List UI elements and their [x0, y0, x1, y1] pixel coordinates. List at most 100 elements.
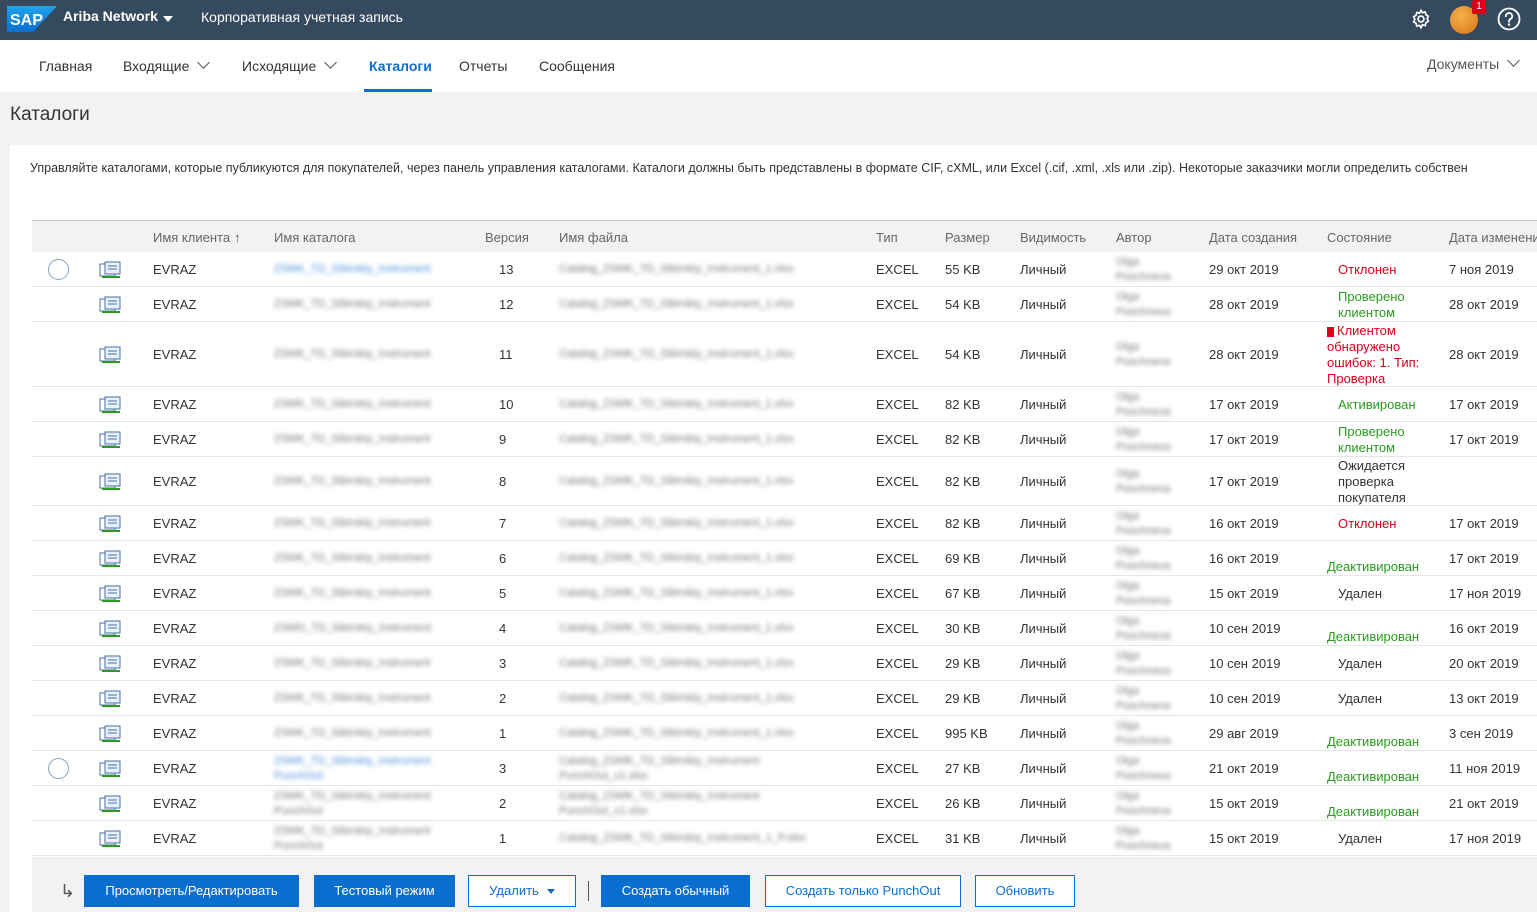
create-regular-button[interactable]: Создать обычный: [601, 875, 750, 907]
table-row[interactable]: EVRAZ ZSMK_TD_Sibirskiy_Instrument 5 Catalo…: [32, 576, 1537, 611]
test-mode-button[interactable]: Тестовый режим: [314, 875, 455, 907]
table-row[interactable]: EVRAZ ZSMK_TD_Sibirskiy_Instrument PunchO…: [32, 821, 1537, 856]
table-row[interactable]: EVRAZ ZSMK_TD_Sibirskiy_Instrument 9 Catalo…: [32, 422, 1537, 457]
created-date: 15 окт 2019: [1209, 796, 1279, 811]
help-icon[interactable]: [1497, 7, 1521, 31]
file-type: EXCEL: [876, 761, 919, 776]
author-name: Olga Poschneva: [1116, 755, 1171, 782]
table-row[interactable]: EVRAZ ZSMK_TD_Sibirskiy_Instrument PunchO…: [32, 751, 1537, 786]
tab-catalogs[interactable]: Каталоги: [369, 58, 432, 74]
version: 9: [499, 432, 507, 447]
col-file[interactable]: Имя файла: [559, 230, 628, 245]
refresh-button[interactable]: Обновить: [975, 875, 1075, 907]
catalog-name-link[interactable]: ZSMK_TD_Sibirskiy_Instrument: [274, 297, 459, 312]
table-row[interactable]: EVRAZ ZSMK_TD_Sibirskiy_Instrument 11 Catal…: [32, 322, 1537, 387]
table-row[interactable]: EVRAZ ZSMK_TD_Sibirskiy_Instrument 13 Catal…: [32, 252, 1537, 287]
catalog-icon: [99, 690, 121, 707]
modified-date: 17 окт 2019: [1449, 432, 1519, 447]
col-modified[interactable]: Дата изменени: [1449, 230, 1537, 245]
client-name: EVRAZ: [153, 796, 197, 811]
client-name: EVRAZ: [153, 656, 197, 671]
catalog-name-link[interactable]: ZSMK_TD_Sibirskiy_Instrument: [274, 347, 459, 362]
catalog-name-link[interactable]: ZSMK_TD_Sibirskiy_Instrument: [274, 551, 459, 566]
delete-label: Удалить: [489, 883, 539, 898]
catalog-name-link[interactable]: ZSMK_TD_Sibirskiy_Instrument: [274, 516, 459, 531]
col-created[interactable]: Дата создания: [1209, 230, 1297, 245]
catalog-name-link[interactable]: ZSMD_TD_Sibirskiy_Instrument: [274, 621, 459, 636]
author-name: Olga Poschneva: [1116, 468, 1171, 495]
catalog-name-link[interactable]: ZSMK_TD_Sibirskiy_Instrument: [274, 474, 459, 489]
table-row[interactable]: EVRAZ ZSMK_TD_Sibirskiy_Instrument 1 Catalo…: [32, 716, 1537, 751]
sap-logo[interactable]: SAP: [7, 6, 57, 32]
col-catalog[interactable]: Имя каталога: [274, 230, 356, 245]
col-visibility[interactable]: Видимость: [1020, 230, 1086, 245]
catalog-name-link[interactable]: ZSMK_TD_Sibirskiy_Instrument PunchOut: [274, 754, 459, 784]
table-row[interactable]: EVRAZ ZSMK_TD_Sibirskiy_Instrument 2 Catalo…: [32, 681, 1537, 716]
tab-home[interactable]: Главная: [39, 58, 92, 74]
file-name: Catalog_ZSMK_TD_Sibirskiy_Instrument_1.x…: [559, 727, 794, 739]
catalog-name-link[interactable]: ZSMK_TD_Sibirskiy_Instrument PunchOut: [274, 789, 459, 819]
table-row[interactable]: EVRAZ ZSMK_TD_Sibirskiy_Instrument 12 Catal…: [32, 287, 1537, 322]
catalog-name-link[interactable]: ZSMK_TD_Sibirskiy_Instrument PunchOut: [274, 824, 459, 854]
author-name: Olga Poschneva: [1116, 291, 1171, 318]
catalog-icon: [99, 760, 121, 777]
tab-reports[interactable]: Отчеты: [459, 58, 507, 74]
col-author[interactable]: Автор: [1116, 230, 1152, 245]
visibility: Личный: [1020, 516, 1067, 531]
view-edit-button[interactable]: Просмотреть/Редактировать: [84, 875, 299, 907]
visibility: Личный: [1020, 656, 1067, 671]
tab-outbox[interactable]: Исходящие: [242, 56, 338, 74]
documents-menu[interactable]: Документы: [1427, 54, 1521, 72]
version: 3: [499, 761, 507, 776]
table-row[interactable]: EVRAZ ZSMK_TD_Sibirskiy_Instrument 6 Catalo…: [32, 541, 1537, 576]
file-name: Catalog_ZSMK_TD_Sibirskiy_Instrument Pun…: [559, 790, 760, 817]
file-type: EXCEL: [876, 586, 919, 601]
catalog-name-link[interactable]: ZSMK_TD_Sibirskiy_Instrument: [274, 397, 459, 412]
col-type[interactable]: Тип: [876, 230, 898, 245]
status-label: Проверено клиентом: [1327, 424, 1432, 456]
row-select-radio[interactable]: [48, 259, 69, 280]
notification-badge[interactable]: 1: [1472, 0, 1486, 14]
table-row[interactable]: EVRAZ ZSMK_TD_Sibirskiy_Instrument PunchO…: [32, 786, 1537, 821]
row-select-radio[interactable]: [48, 758, 69, 779]
file-size: 69 KB: [945, 551, 981, 566]
settings-gear-icon[interactable]: [1410, 8, 1432, 30]
created-date: 15 окт 2019: [1209, 831, 1279, 846]
status-text: Удален: [1338, 831, 1383, 846]
create-punchout-button[interactable]: Создать только PunchOut: [765, 875, 961, 907]
product-menu-caret-icon[interactable]: [163, 16, 173, 22]
catalog-name-link[interactable]: ZSMK_TD_Sibirskiy_Instrument: [274, 691, 459, 706]
catalog-name-link[interactable]: ZSMK_TD_Sibirskiy_Instrument: [274, 432, 459, 447]
table-row[interactable]: EVRAZ ZSMK_TD_Sibirskiy_Instrument 10 Catal…: [32, 387, 1537, 422]
table-row[interactable]: EVRAZ ZSMK_TD_Sibirskiy_Instrument 3 Catalo…: [32, 646, 1537, 681]
status-label: Деактивирован: [1327, 804, 1432, 820]
col-size[interactable]: Размер: [945, 230, 990, 245]
caret-down-icon: [546, 889, 555, 895]
file-name: Catalog_ZSMK_TD_Sibirskiy_Instrument_1_P…: [559, 832, 806, 844]
table-row[interactable]: EVRAZ ZSMK_TD_Sibirskiy_Instrument 7 Catalo…: [32, 506, 1537, 541]
file-size: 82 KB: [945, 432, 981, 447]
product-name[interactable]: Ariba Network: [63, 8, 158, 24]
col-client[interactable]: Имя клиента ↑: [153, 230, 241, 245]
table-row[interactable]: EVRAZ ZSMK_TD_Sibirskiy_Instrument 8 Catalo…: [32, 457, 1537, 506]
table-header: Имя клиента ↑ Имя каталога Версия Имя фай…: [32, 220, 1537, 252]
visibility: Личный: [1020, 761, 1067, 776]
col-status[interactable]: Состояние: [1327, 230, 1392, 245]
catalog-name-link[interactable]: ZSMK_TD_Sibirskiy_Instrument: [274, 656, 459, 671]
file-type: EXCEL: [876, 656, 919, 671]
status-text: Деактивирован: [1327, 559, 1420, 574]
file-type: EXCEL: [876, 691, 919, 706]
tab-messages[interactable]: Сообщения: [539, 58, 615, 74]
col-version[interactable]: Версия: [485, 230, 529, 245]
catalog-name-link[interactable]: ZSMK_TD_Sibirskiy_Instrument: [274, 586, 459, 601]
delete-dropdown-button[interactable]: Удалить: [468, 875, 576, 907]
tab-inbox[interactable]: Входящие: [123, 56, 211, 74]
catalog-name-link[interactable]: ZSMK_TD_Sibirskiy_Instrument: [274, 726, 459, 741]
catalog-name-link[interactable]: ZSMK_TD_Sibirskiy_Instrument: [274, 262, 459, 277]
version: 5: [499, 586, 507, 601]
action-bar: ↳ Просмотреть/Редактировать Тестовый реж…: [32, 857, 1537, 912]
client-name: EVRAZ: [153, 621, 197, 636]
client-name: EVRAZ: [153, 432, 197, 447]
file-name: Catalog_ZSMK_TD_Sibirskiy_Instrument_1.x…: [559, 398, 794, 410]
table-row[interactable]: EVRAZ ZSMD_TD_Sibirskiy_Instrument 4 Catalo…: [32, 611, 1537, 646]
